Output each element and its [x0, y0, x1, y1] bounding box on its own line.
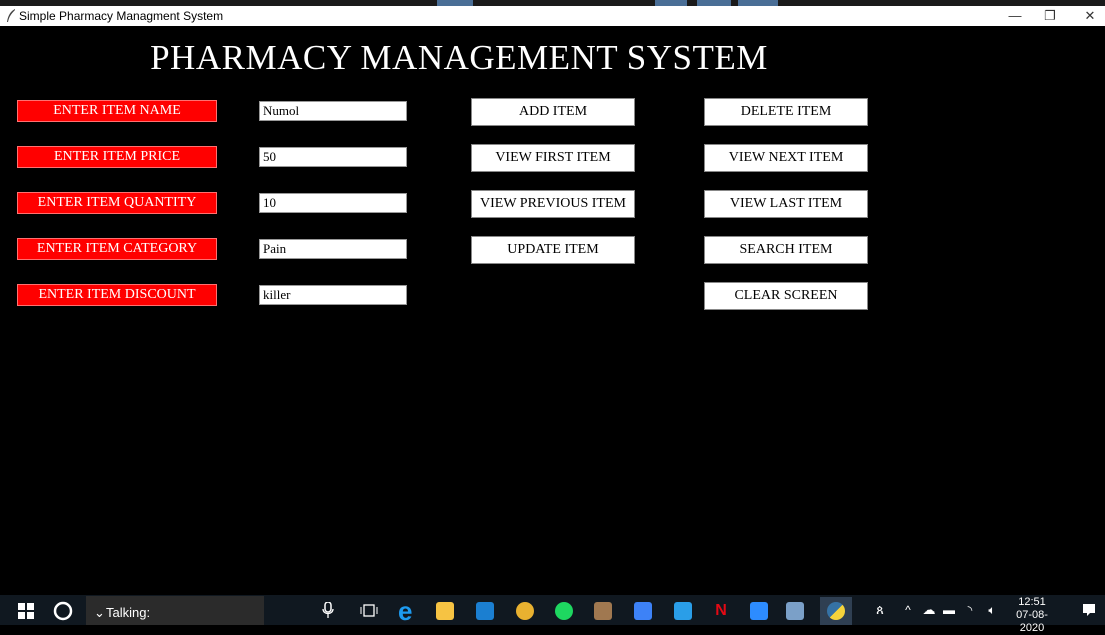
- zoom-icon[interactable]: [750, 602, 768, 620]
- item-name-label: ENTER ITEM NAME: [17, 100, 217, 122]
- page-title: PHARMACY MANAGEMENT SYSTEM: [150, 38, 768, 77]
- item-quantity-input[interactable]: [259, 193, 407, 213]
- view-next-item-button[interactable]: VIEW NEXT ITEM: [704, 144, 868, 172]
- item-category-label: ENTER ITEM CATEGORY: [17, 238, 217, 260]
- restore-button[interactable]: ❐: [1035, 8, 1065, 24]
- battery-icon[interactable]: ▬: [942, 595, 956, 625]
- people-icon[interactable]: ጰ: [872, 595, 888, 625]
- netflix-icon[interactable]: N: [712, 602, 730, 620]
- item-category-input[interactable]: [259, 239, 407, 259]
- clock-time: 12:51: [1018, 596, 1046, 608]
- word-app-icon[interactable]: [634, 602, 652, 620]
- window-title-bar: Simple Pharmacy Managment System — ❐ ✕: [0, 6, 1105, 26]
- windows-start-icon[interactable]: [18, 603, 34, 619]
- view-last-item-button[interactable]: VIEW LAST ITEM: [704, 190, 868, 218]
- spotify-icon[interactable]: [555, 602, 573, 620]
- task-view-icon[interactable]: [360, 603, 378, 618]
- app-icon[interactable]: [786, 602, 804, 620]
- file-explorer-icon[interactable]: [436, 602, 454, 620]
- clock-date: 07-08-2020: [1016, 609, 1048, 634]
- close-button[interactable]: ✕: [1075, 8, 1105, 24]
- add-item-button[interactable]: ADD ITEM: [471, 98, 635, 126]
- taskbar: ⌄ Talking: e N ጰ ^ ☁ ▬ ◝ 🔈︎ 12:51 07-08-…: [0, 595, 1105, 634]
- view-first-item-button[interactable]: VIEW FIRST ITEM: [471, 144, 635, 172]
- chrome-icon[interactable]: [516, 602, 534, 620]
- notification-icon[interactable]: [1082, 603, 1096, 617]
- photo-app-icon[interactable]: [594, 602, 612, 620]
- clear-screen-button[interactable]: CLEAR SCREEN: [704, 282, 868, 310]
- item-discount-label: ENTER ITEM DISCOUNT: [17, 284, 217, 306]
- item-price-label: ENTER ITEM PRICE: [17, 146, 217, 168]
- chevron-up-icon[interactable]: ^: [901, 595, 915, 625]
- blue-app-icon[interactable]: [674, 602, 692, 620]
- python-icon: [827, 602, 845, 620]
- wifi-icon[interactable]: ◝: [962, 595, 978, 625]
- view-previous-item-button[interactable]: VIEW PREVIOUS ITEM: [471, 190, 635, 218]
- edge-icon[interactable]: e: [398, 598, 416, 624]
- volume-icon[interactable]: 🔈︎: [984, 595, 1000, 625]
- item-discount-input[interactable]: [259, 285, 407, 305]
- window-title: Simple Pharmacy Managment System: [19, 9, 224, 23]
- item-quantity-label: ENTER ITEM QUANTITY: [17, 192, 217, 214]
- search-item-button[interactable]: SEARCH ITEM: [704, 236, 868, 264]
- mail-icon[interactable]: [476, 602, 494, 620]
- update-item-button[interactable]: UPDATE ITEM: [471, 236, 635, 264]
- feather-icon: [7, 9, 15, 22]
- delete-item-button[interactable]: DELETE ITEM: [704, 98, 868, 126]
- talking-label: Talking:: [106, 605, 151, 620]
- clock[interactable]: 12:51 07-08-2020: [1008, 596, 1056, 635]
- item-price-input[interactable]: [259, 147, 407, 167]
- voice-assistant-panel[interactable]: ⌄ Talking:: [86, 596, 264, 625]
- cortana-circle-icon[interactable]: [53, 601, 73, 621]
- microphone-icon[interactable]: [322, 602, 334, 619]
- item-name-input[interactable]: [259, 101, 407, 121]
- minimize-button[interactable]: —: [1000, 8, 1030, 24]
- python-icon-active[interactable]: [820, 597, 852, 625]
- app-canvas: PHARMACY MANAGEMENT SYSTEM ENTER ITEM NA…: [9, 26, 1105, 595]
- cloud-icon[interactable]: ☁: [921, 595, 937, 625]
